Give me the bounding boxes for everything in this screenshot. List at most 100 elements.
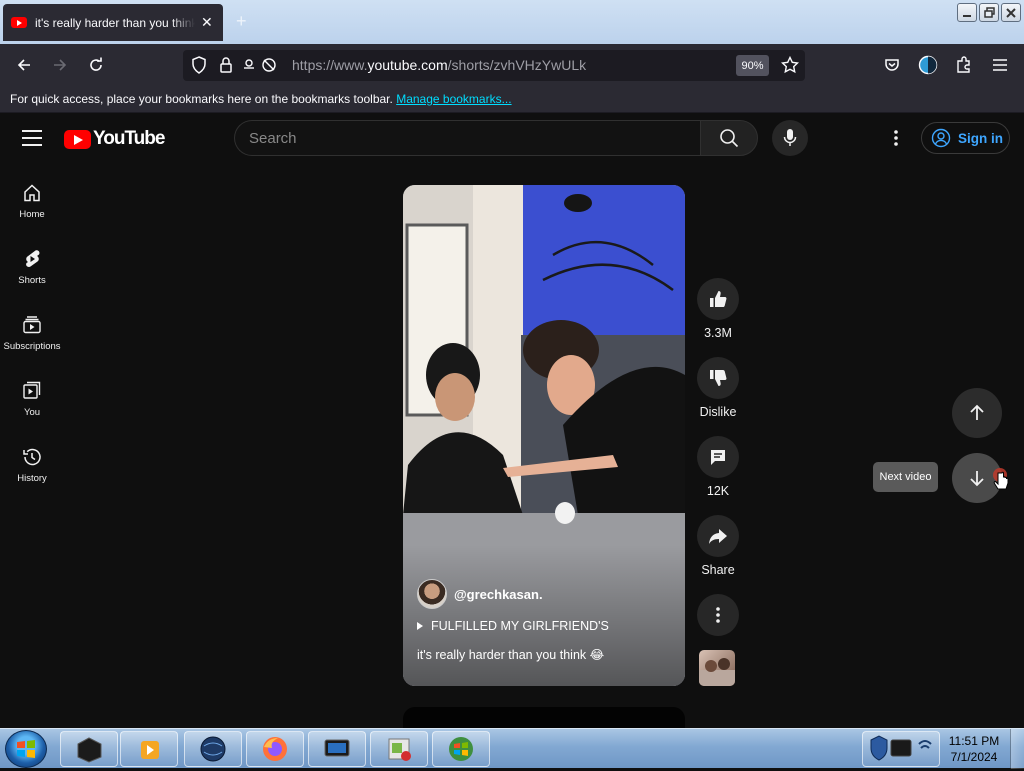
back-button[interactable]: [10, 51, 38, 79]
comment-icon: [711, 450, 725, 465]
thumbs-up-icon: [710, 291, 727, 307]
next-short-preview: [403, 707, 685, 728]
sidebar-item-shorts[interactable]: Shorts: [0, 241, 64, 299]
start-button[interactable]: [5, 730, 47, 768]
permissions-icon[interactable]: [243, 56, 281, 74]
bookmarks-hint-text: For quick access, place your bookmarks h…: [10, 92, 393, 106]
comments-button[interactable]: [697, 436, 739, 478]
sidebar-item-label: You: [23, 407, 41, 418]
taskbar-clock[interactable]: 11:51 PM 7/1/2024: [940, 733, 1008, 765]
browser-titlebar: it's really harder than you think ✕ +: [0, 0, 1024, 44]
channel-avatar[interactable]: [417, 579, 447, 609]
tab-title: it's really harder than you think: [35, 15, 195, 30]
arrow-up-icon: [970, 404, 984, 420]
account-button[interactable]: [914, 51, 942, 79]
search-button[interactable]: [700, 120, 758, 156]
search-input[interactable]: Search: [234, 120, 700, 156]
subscriptions-icon: [23, 316, 41, 334]
zoom-level-badge[interactable]: 90%: [736, 55, 769, 76]
windows-taskbar: 11:51 PM 7/1/2024: [0, 728, 1024, 769]
arrow-down-icon: [970, 471, 984, 487]
previous-video-button[interactable]: [952, 388, 1002, 438]
new-tab-button[interactable]: +: [236, 11, 247, 32]
thumbs-down-icon: [710, 370, 727, 386]
extensions-button[interactable]: [950, 51, 978, 79]
sidebar-item-history[interactable]: History: [0, 439, 64, 497]
taskbar-app-windows[interactable]: [432, 731, 490, 767]
manage-bookmarks-link[interactable]: Manage bookmarks...: [396, 92, 511, 106]
taskbar-app-screen[interactable]: [308, 731, 366, 767]
windows-orb-icon: [449, 737, 473, 761]
dislike-label: Dislike: [699, 405, 737, 419]
youtube-play-logo-icon: [64, 129, 91, 149]
taskbar-app-1[interactable]: [60, 731, 118, 767]
shield-icon[interactable]: [191, 56, 207, 74]
firefox-account-icon: [918, 55, 938, 75]
comment-count: 12K: [706, 484, 730, 498]
show-desktop-button[interactable]: [1010, 729, 1024, 769]
taskbar-app-globe[interactable]: [184, 731, 242, 767]
share-button[interactable]: [697, 515, 739, 557]
shorts-video-player[interactable]: @grechkasan. FULFILLED MY GIRLFRIEND'S i…: [403, 185, 685, 686]
settings-menu-button[interactable]: [886, 127, 906, 149]
more-action: [697, 594, 739, 636]
taskbar-app-recorder[interactable]: [370, 731, 428, 767]
short-metadata: @grechkasan. FULFILLED MY GIRLFRIEND'S i…: [417, 579, 671, 662]
taskbar-app-media-player[interactable]: [120, 731, 178, 767]
share-label: Share: [701, 563, 735, 577]
microphone-icon: [783, 129, 797, 146]
channel-row[interactable]: @grechkasan.: [417, 579, 671, 609]
forward-button[interactable]: [46, 51, 74, 79]
sidebar-item-home[interactable]: Home: [0, 175, 64, 233]
url-bar[interactable]: https://www.youtube.com/shorts/zvhVHzYwU…: [183, 50, 805, 81]
sidebar-item-you[interactable]: You: [0, 373, 64, 431]
black-box-app-icon: [77, 737, 102, 763]
close-window-button[interactable]: [1001, 3, 1021, 22]
reload-button[interactable]: [82, 51, 110, 79]
globe-app-icon: [200, 736, 226, 762]
history-icon: [23, 448, 41, 466]
system-tray[interactable]: [862, 731, 940, 767]
channel-handle[interactable]: @grechkasan.: [454, 587, 543, 602]
minimize-button[interactable]: [957, 3, 977, 22]
youtube-favicon-icon: [11, 17, 27, 28]
taskbar-app-firefox[interactable]: [246, 731, 304, 767]
bookmark-star-icon[interactable]: [781, 56, 799, 74]
app-menu-button[interactable]: [986, 51, 1014, 79]
hamburger-menu-icon: [993, 59, 1007, 71]
restore-button[interactable]: [979, 3, 999, 22]
sound-thumbnail[interactable]: [699, 650, 735, 686]
share-action: Share: [697, 515, 739, 577]
clock-time: 11:51 PM: [948, 734, 1000, 748]
more-options-button[interactable]: [697, 594, 739, 636]
dislike-button[interactable]: [697, 357, 739, 399]
youtube-logo[interactable]: YouTube: [64, 128, 165, 150]
sidebar-item-subscriptions[interactable]: Subscriptions: [0, 307, 64, 365]
pocket-icon: [885, 59, 899, 71]
tray-icons: [870, 735, 932, 761]
firefox-icon: [263, 737, 287, 761]
tab-close-icon[interactable]: ✕: [201, 14, 213, 31]
guide-menu-button[interactable]: [22, 130, 42, 146]
short-title-link[interactable]: FULFILLED MY GIRLFRIEND'S: [417, 619, 671, 633]
close-window-icon: [1006, 7, 1016, 18]
sidebar-item-label: Subscriptions: [3, 341, 61, 352]
hand-cursor-icon: [993, 468, 1009, 490]
like-button[interactable]: [697, 278, 739, 320]
voice-search-button[interactable]: [772, 120, 808, 156]
like-action: 3.3M: [697, 278, 739, 340]
lock-icon[interactable]: [219, 56, 233, 74]
youtube-wordmark: YouTube: [93, 128, 165, 149]
monitor-app-icon: [324, 739, 350, 757]
you-icon: [23, 381, 41, 399]
sign-in-button[interactable]: Sign in: [921, 122, 1010, 154]
windows-logo-icon: [17, 740, 35, 758]
sidebar-item-label: History: [17, 473, 47, 484]
more-vertical-icon: [716, 607, 720, 623]
recorder-app-icon: [388, 738, 411, 761]
minimize-icon: [963, 14, 971, 17]
pocket-button[interactable]: [878, 51, 906, 79]
back-arrow-icon: [17, 59, 30, 71]
search-icon: [720, 129, 739, 148]
browser-tab-active[interactable]: it's really harder than you think ✕: [3, 4, 223, 41]
